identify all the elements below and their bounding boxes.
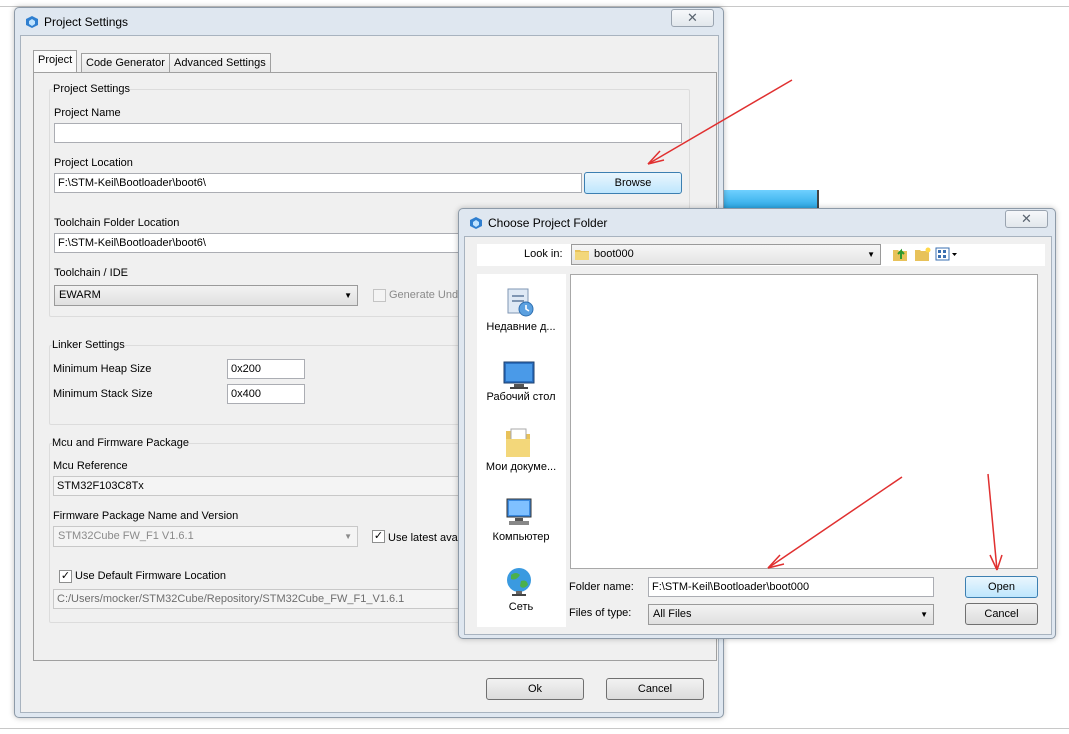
arrow-head-folder-name — [767, 554, 785, 569]
annotation-arrows — [647, 79, 1003, 571]
arrow-to-browse — [647, 79, 793, 165]
arrow-to-open — [987, 473, 998, 571]
arrow-to-folder-name — [767, 476, 903, 569]
arrow-head-browse — [647, 150, 665, 165]
